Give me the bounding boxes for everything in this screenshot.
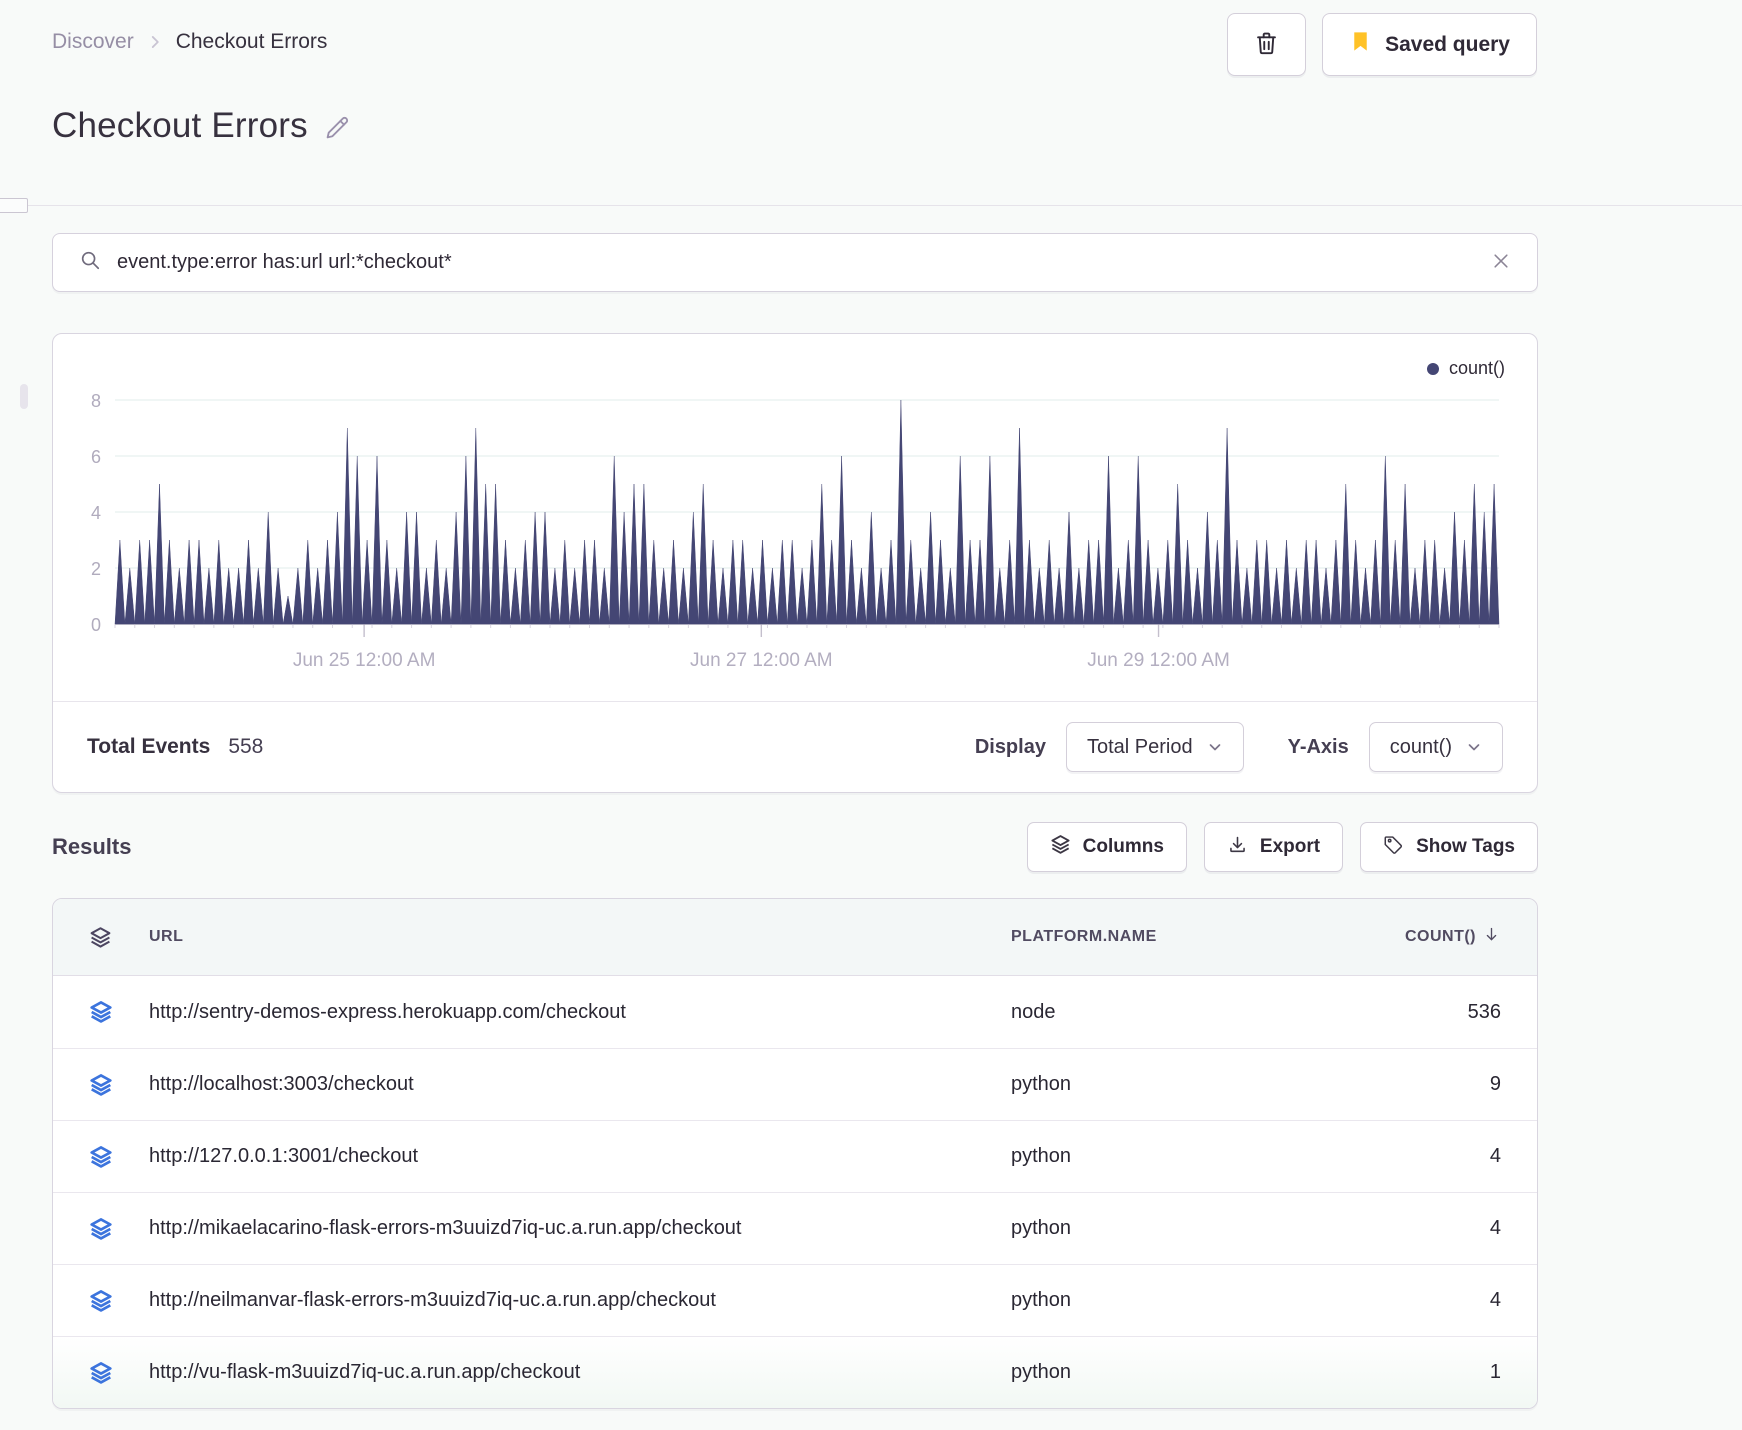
page-divider: [0, 205, 1742, 206]
row-platform: python: [1011, 1073, 1072, 1095]
row-url[interactable]: http://localhost:3003/checkout: [149, 1073, 1011, 1096]
row-count: 4: [1489, 1217, 1501, 1239]
table-row[interactable]: http://vu-flask-m3uuizd7iq-uc.a.run.app/…: [53, 1336, 1537, 1408]
search-input[interactable]: [117, 251, 1475, 274]
svg-text:Jun 27 12:00 AM: Jun 27 12:00 AM: [690, 650, 833, 670]
svg-text:2: 2: [91, 559, 101, 579]
stack-icon[interactable]: [89, 1217, 149, 1241]
total-events: Total Events 558: [87, 735, 263, 759]
chevron-down-icon: [1207, 739, 1223, 755]
breadcrumb-current: Checkout Errors: [175, 30, 328, 53]
row-url[interactable]: http://127.0.0.1:3001/checkout: [149, 1145, 1011, 1168]
layers-icon: [1050, 834, 1071, 861]
panel-collapse-handle[interactable]: [0, 198, 28, 213]
row-count: 4: [1489, 1289, 1501, 1311]
query-title-text: Checkout Errors: [52, 106, 308, 145]
row-platform: node: [1011, 1000, 1056, 1023]
delete-query-button[interactable]: [1227, 13, 1307, 76]
table-row[interactable]: http://localhost:3003/checkout python 9: [53, 1048, 1537, 1120]
show-tags-button[interactable]: Show Tags: [1360, 822, 1538, 872]
stack-icon[interactable]: [89, 1289, 149, 1313]
row-platform: python: [1011, 1145, 1072, 1167]
trash-icon: [1253, 30, 1280, 60]
svg-text:0: 0: [91, 615, 101, 635]
display-dropdown[interactable]: Total Period: [1065, 722, 1244, 772]
bookmark-icon: [1349, 30, 1372, 59]
results-heading: Results: [52, 834, 132, 859]
row-url[interactable]: http://mikaelacarino-flask-errors-m3uuiz…: [149, 1217, 1011, 1240]
row-platform: python: [1011, 1289, 1072, 1311]
clear-search-button[interactable]: [1491, 251, 1511, 274]
sort-desc-arrow-icon: [1482, 925, 1501, 949]
svg-text:Jun 25 12:00 AM: Jun 25 12:00 AM: [293, 650, 436, 670]
tag-icon: [1383, 834, 1404, 861]
events-area-chart[interactable]: 0 2 4 6 8 Jun 25 12:00 AM Jun 27 12:00 AM Jun 2…: [53, 370, 1537, 670]
results-actions: Columns Export Show Tags: [1026, 822, 1538, 872]
results-header: Results Columns Export Show Tags: [52, 822, 1538, 872]
breadcrumb-discover-link[interactable]: Discover: [52, 30, 134, 54]
columns-button[interactable]: Columns: [1026, 822, 1187, 872]
row-url[interactable]: http://neilmanvar-flask-errors-m3uuizd7i…: [149, 1289, 1011, 1312]
row-count: 9: [1489, 1073, 1501, 1095]
row-count: 4: [1489, 1145, 1501, 1167]
table-row[interactable]: http://neilmanvar-flask-errors-m3uuizd7i…: [53, 1264, 1537, 1336]
yaxis-label: Y-Axis: [1287, 735, 1349, 758]
edit-title-button[interactable]: [322, 113, 352, 146]
close-icon: [1491, 251, 1511, 274]
search-bar: [52, 233, 1538, 292]
stack-icon[interactable]: [89, 1000, 149, 1024]
events-chart-card: count() 0 2 4 6 8 Jun 25 12:00 AM Jun 27 12:00…: [52, 333, 1538, 793]
row-count: 536: [1467, 1000, 1501, 1023]
total-events-label: Total Events: [87, 735, 211, 758]
chart-controls: Display Total Period Y-Axis count(): [975, 722, 1503, 772]
columns-button-label: Columns: [1082, 836, 1164, 857]
yaxis-value: count(): [1389, 735, 1452, 758]
saved-query-button[interactable]: Saved query: [1322, 13, 1537, 76]
row-platform: python: [1011, 1217, 1072, 1239]
page-title: Checkout Errors: [52, 106, 352, 146]
display-label: Display: [974, 735, 1046, 758]
table-header-row: URL PLATFORM.NAME COUNT(): [53, 899, 1537, 976]
discover-saved-query-page: Discover Checkout Errors Saved query Che…: [0, 0, 1742, 1430]
show-tags-button-label: Show Tags: [1416, 836, 1515, 857]
stack-icon[interactable]: [89, 1145, 149, 1169]
pencil-icon: [322, 113, 352, 146]
chart-footer: Total Events 558 Display Total Period Y-…: [53, 702, 1537, 792]
chevron-right-icon: [146, 33, 164, 51]
table-body: http://sentry-demos-express.herokuapp.co…: [53, 976, 1537, 1408]
display-value: Total Period: [1086, 735, 1193, 758]
search-icon: [79, 249, 101, 276]
scroll-handle[interactable]: [20, 384, 28, 409]
saved-query-label: Saved query: [1385, 32, 1510, 56]
download-icon: [1227, 834, 1248, 861]
header-actions: Saved query: [1227, 13, 1537, 76]
row-url[interactable]: http://vu-flask-m3uuizd7iq-uc.a.run.app/…: [149, 1361, 1011, 1384]
row-platform: python: [1011, 1361, 1072, 1383]
results-table: URL PLATFORM.NAME COUNT() http://sentry-…: [52, 898, 1538, 1409]
stack-icon[interactable]: [89, 926, 149, 949]
svg-text:4: 4: [91, 503, 101, 523]
stack-icon[interactable]: [89, 1361, 149, 1385]
svg-text:8: 8: [91, 391, 101, 411]
stack-icon[interactable]: [89, 1073, 149, 1097]
row-url[interactable]: http://sentry-demos-express.herokuapp.co…: [149, 1001, 1011, 1024]
row-count: 1: [1489, 1361, 1501, 1383]
table-row[interactable]: http://127.0.0.1:3001/checkout python 4: [53, 1120, 1537, 1192]
chevron-down-icon: [1466, 739, 1482, 755]
yaxis-dropdown[interactable]: count(): [1368, 722, 1503, 772]
table-row[interactable]: http://sentry-demos-express.herokuapp.co…: [53, 976, 1537, 1048]
column-header-url[interactable]: URL: [149, 928, 1011, 946]
breadcrumb: Discover Checkout Errors: [52, 30, 327, 54]
svg-text:6: 6: [91, 447, 101, 467]
total-events-value: 558: [228, 735, 264, 758]
column-header-platform[interactable]: PLATFORM.NAME: [1011, 928, 1331, 946]
column-header-count[interactable]: COUNT(): [1331, 925, 1501, 949]
table-row[interactable]: http://mikaelacarino-flask-errors-m3uuiz…: [53, 1192, 1537, 1264]
export-button-label: Export: [1259, 836, 1321, 857]
export-button[interactable]: Export: [1203, 822, 1344, 872]
svg-text:Jun 29 12:00 AM: Jun 29 12:00 AM: [1087, 650, 1230, 670]
